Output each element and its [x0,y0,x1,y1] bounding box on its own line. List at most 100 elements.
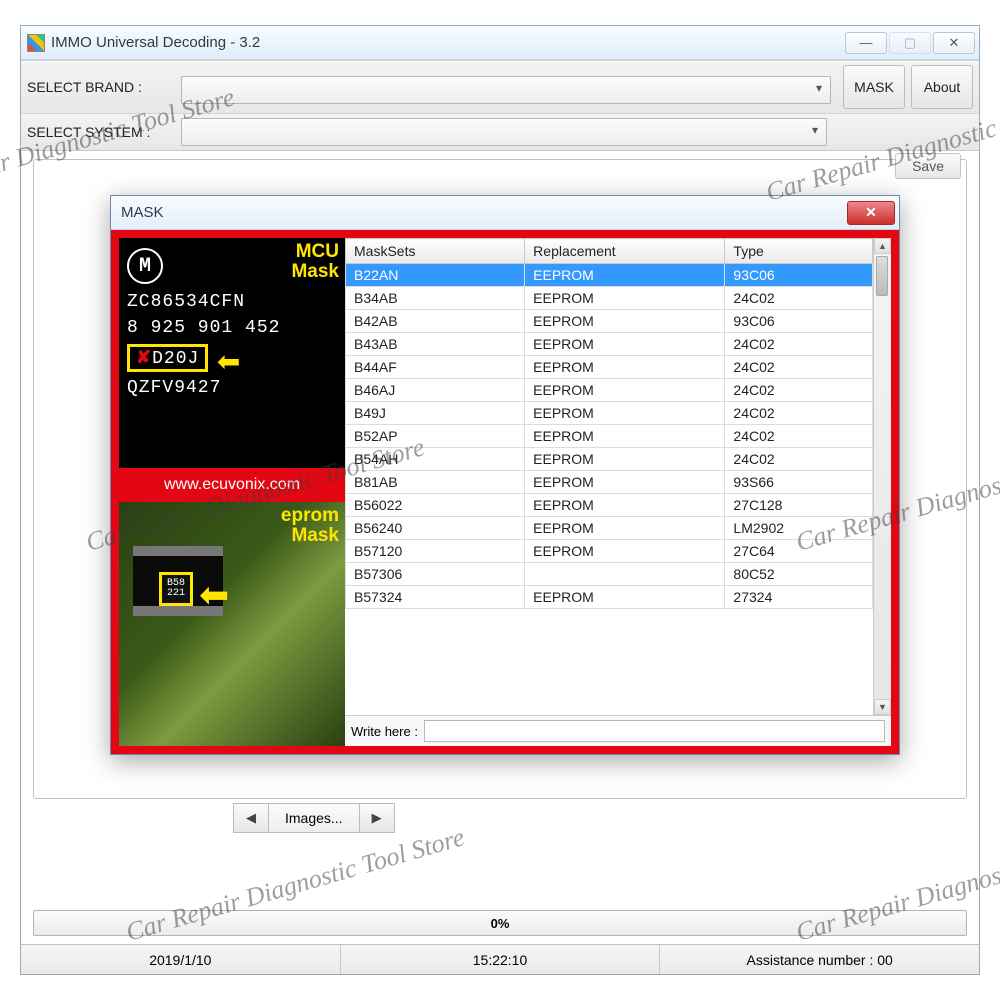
mask-close-button[interactable]: ✕ [847,201,895,225]
mask-dialog-title: MASK [121,204,164,221]
eprom-mask-graphic: eprom Mask B58 221 ⬅ [119,502,345,746]
table-cell: EEPROM [525,264,725,287]
status-date: 2019/1/10 [21,945,341,974]
table-cell: EEPROM [525,494,725,517]
select-system-combo[interactable] [181,118,827,146]
table-cell: B57324 [346,586,525,609]
chip-line-2: 8 925 901 452 [127,318,337,338]
mcu-label-2: Mask [291,261,339,282]
scroll-down-icon[interactable]: ▼ [874,699,891,715]
status-time: 15:22:10 [341,945,661,974]
table-row[interactable]: B34ABEEPROM24C02 [346,287,873,310]
table-row[interactable]: B81ABEEPROM93S66 [346,471,873,494]
table-cell: EEPROM [525,471,725,494]
select-system-label: SELECT SYSTEM : [27,124,175,140]
eprom-label-1: eprom [281,505,339,526]
table-cell: EEPROM [525,448,725,471]
table-cell: 93C06 [725,310,873,333]
progress-bar: 0% [33,910,967,936]
table-cell: B49J [346,402,525,425]
table-cell: EEPROM [525,379,725,402]
mask-dialog: MASK ✕ MCU Mask M ZC86534CFN 8 925 901 4… [110,195,900,755]
close-button[interactable]: ✕ [933,32,975,54]
table-cell: B34AB [346,287,525,310]
images-prev-button[interactable]: ◀ [233,803,269,833]
table-cell: B56022 [346,494,525,517]
arrow-left-icon: ⬅ [199,574,229,616]
col-masksets[interactable]: MaskSets [346,239,525,264]
col-type[interactable]: Type [725,239,873,264]
images-next-button[interactable]: ▶ [359,803,395,833]
mcu-label-1: MCU [296,241,339,262]
table-cell: LM2902 [725,517,873,540]
table-row[interactable]: B44AFEEPROM24C02 [346,356,873,379]
save-button[interactable]: Save [895,153,961,179]
table-row[interactable]: B49JEEPROM24C02 [346,402,873,425]
scroll-up-icon[interactable]: ▲ [874,238,891,254]
table-cell: B56240 [346,517,525,540]
app-icon [27,34,45,52]
eprom-mask-box: B58 221 [159,572,193,606]
table-cell: EEPROM [525,586,725,609]
mask-table[interactable]: MaskSets Replacement Type B22ANEEPROM93C… [345,238,873,609]
status-assistance: Assistance number : 00 [660,945,979,974]
window-title: IMMO Universal Decoding - 3.2 [51,34,260,51]
select-brand-combo[interactable] [181,76,831,104]
table-row[interactable]: B46AJEEPROM24C02 [346,379,873,402]
chip-line-1: ZC86534CFN [127,292,337,312]
table-row[interactable]: B57324EEPROM27324 [346,586,873,609]
write-here-input[interactable] [424,720,885,742]
table-cell: 27324 [725,586,873,609]
table-row[interactable]: B43ABEEPROM24C02 [346,333,873,356]
mask-titlebar: MASK ✕ [111,196,899,230]
website-text: www.ecuvonix.com [119,472,345,498]
table-cell: 93C06 [725,264,873,287]
table-cell: 24C02 [725,402,873,425]
table-row[interactable]: B56240EEPROMLM2902 [346,517,873,540]
table-cell: B52AP [346,425,525,448]
table-cell: EEPROM [525,540,725,563]
images-label[interactable]: Images... [269,803,359,833]
about-button[interactable]: About [911,65,973,109]
mask-value: D20J [152,349,199,369]
table-cell: 24C02 [725,379,873,402]
table-cell: B46AJ [346,379,525,402]
maximize-button[interactable]: ▢ [889,32,931,54]
table-row[interactable]: B42ABEEPROM93C06 [346,310,873,333]
table-cell: B44AF [346,356,525,379]
table-row[interactable]: B54AHEEPROM24C02 [346,448,873,471]
table-scrollbar[interactable]: ▲ ▼ [873,238,891,715]
mcu-mask-graphic: MCU Mask M ZC86534CFN 8 925 901 452 ✘D20… [119,238,345,468]
table-cell: 24C02 [725,425,873,448]
mask-highlight-box: ✘D20J ⬅ [127,344,208,372]
red-x-icon: ✘ [136,349,152,369]
main-titlebar: IMMO Universal Decoding - 3.2 — ▢ ✕ [21,26,979,60]
scroll-thumb[interactable] [876,256,888,296]
table-cell: 24C02 [725,448,873,471]
table-row[interactable]: B52APEEPROM24C02 [346,425,873,448]
table-row[interactable]: B57306 80C52 [346,563,873,586]
table-row[interactable]: B22ANEEPROM93C06 [346,264,873,287]
table-cell: B57306 [346,563,525,586]
table-cell: 27C128 [725,494,873,517]
table-cell: 80C52 [725,563,873,586]
table-cell: B81AB [346,471,525,494]
table-cell: EEPROM [525,356,725,379]
select-brand-label: SELECT BRAND : [27,79,175,95]
table-cell [525,563,725,586]
table-cell: 93S66 [725,471,873,494]
eprom-label-2: Mask [291,525,339,546]
table-cell: 27C64 [725,540,873,563]
mask-button[interactable]: MASK [843,65,905,109]
table-cell: EEPROM [525,310,725,333]
mask-image-panel: MCU Mask M ZC86534CFN 8 925 901 452 ✘D20… [119,238,345,746]
table-cell: B43AB [346,333,525,356]
arrow-left-icon: ⬅ [217,345,241,378]
table-row[interactable]: B57120EEPROM27C64 [346,540,873,563]
table-cell: 24C02 [725,356,873,379]
col-replacement[interactable]: Replacement [525,239,725,264]
table-cell: EEPROM [525,287,725,310]
table-row[interactable]: B56022EEPROM27C128 [346,494,873,517]
table-cell: EEPROM [525,517,725,540]
minimize-button[interactable]: — [845,32,887,54]
